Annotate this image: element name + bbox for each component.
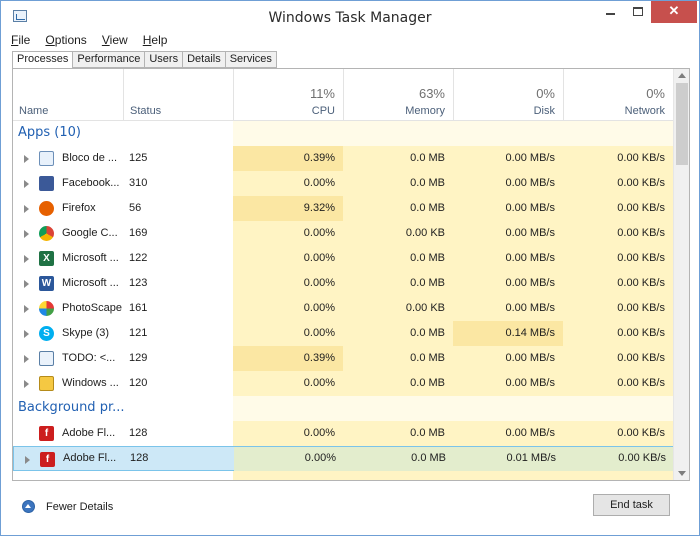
notepad-icon [39, 151, 54, 166]
flash-icon: f [40, 452, 55, 467]
task-manager-window: Windows Task Manager ✕ File Options View… [0, 0, 700, 536]
word-icon: W [39, 276, 54, 291]
minimize-icon [606, 13, 615, 15]
facebook-icon [39, 176, 54, 191]
skype-icon: S [39, 326, 54, 341]
scroll-thumb[interactable] [676, 83, 688, 165]
expand-arrow-icon[interactable] [24, 155, 29, 163]
close-button[interactable]: ✕ [651, 1, 697, 23]
process-row-selected[interactable]: f Adobe Fl... 128 0.00% 0.0 MB 0.01 MB/s… [13, 446, 674, 472]
cpu-total: 11% [309, 86, 335, 101]
process-row[interactable]: Firefox 56 9.32% 0.0 MB 0.00 MB/s 0.00 K… [13, 196, 673, 221]
process-row[interactable]: X Microsoft ... 122 0.00% 0.0 MB 0.00 MB… [13, 246, 673, 271]
processes-panel: Name Status 11% CPU 63% Memory 0% Disk 0… [12, 68, 690, 481]
menu-view[interactable]: View [102, 33, 128, 47]
excel-icon: X [39, 251, 54, 266]
scroll-up-arrow-icon[interactable] [678, 73, 686, 78]
column-header-cpu[interactable]: 11% CPU [233, 69, 343, 120]
column-header-row: Name Status 11% CPU 63% Memory 0% Disk 0… [13, 69, 673, 121]
close-icon: ✕ [668, 3, 680, 18]
footer: Fewer Details End task [1, 483, 699, 535]
expand-arrow-icon[interactable] [24, 305, 29, 313]
tab-services[interactable]: Services [225, 51, 277, 68]
collapse-up-icon [22, 500, 35, 513]
expand-arrow-icon[interactable] [24, 330, 29, 338]
maximize-button[interactable] [625, 1, 651, 23]
process-row[interactable]: PhotoScape 161 0.00% 0.00 KB 0.00 MB/s 0… [13, 296, 673, 321]
column-header-memory[interactable]: 63% Memory [343, 69, 453, 120]
tab-details[interactable]: Details [183, 51, 226, 68]
process-row[interactable]: Facebook... 310 0.00% 0.0 MB 0.00 MB/s 0… [13, 171, 673, 196]
expand-arrow-icon[interactable] [24, 205, 29, 213]
column-header-network[interactable]: 0% Network [563, 69, 673, 120]
explorer-icon [39, 376, 54, 391]
process-row[interactable]: Google C... 169 0.00% 0.00 KB 0.00 MB/s … [13, 221, 673, 246]
column-header-name[interactable]: Name [13, 69, 123, 120]
process-row[interactable]: S Skype (3) 121 0.00% 0.0 MB 0.14 MB/s 0… [13, 321, 673, 346]
network-total: 0% [646, 86, 665, 101]
group-header-apps[interactable]: Apps (10) [13, 121, 673, 146]
expand-arrow-icon[interactable] [24, 380, 29, 388]
end-task-button[interactable]: End task [593, 494, 670, 516]
tab-users[interactable]: Users [145, 51, 184, 68]
expand-arrow-icon[interactable] [24, 180, 29, 188]
scroll-down-arrow-icon[interactable] [678, 471, 686, 476]
maximize-icon [633, 7, 643, 16]
process-row-partial[interactable] [13, 471, 673, 480]
process-row[interactable]: W Microsoft ... 123 0.00% 0.0 MB 0.00 MB… [13, 271, 673, 296]
menu-options[interactable]: Options [45, 33, 86, 47]
chrome-icon [39, 226, 54, 241]
window-title: Windows Task Manager [268, 10, 432, 26]
menu-help[interactable]: Help [143, 33, 168, 47]
taskmanager-icon [39, 351, 54, 366]
title-bar[interactable]: Windows Task Manager ✕ [1, 1, 699, 33]
vertical-scrollbar[interactable] [673, 69, 689, 480]
column-header-status[interactable]: Status [123, 69, 233, 120]
tab-strip: Processes Performance Users Details Serv… [12, 51, 277, 69]
flash-icon: f [39, 426, 54, 441]
group-header-background[interactable]: Background pr... [13, 396, 673, 421]
menu-bar: File Options View Help [11, 33, 179, 49]
memory-total: 63% [418, 86, 445, 101]
menu-file[interactable]: File [11, 33, 30, 47]
process-row[interactable]: TODO: <... 129 0.39% 0.0 MB 0.00 MB/s 0.… [13, 346, 673, 371]
column-header-disk[interactable]: 0% Disk [453, 69, 563, 120]
firefox-icon [39, 201, 54, 216]
tab-processes[interactable]: Processes [12, 51, 74, 69]
process-row[interactable]: f Adobe Fl... 128 0.00% 0.0 MB 0.00 MB/s… [13, 421, 673, 446]
tab-performance[interactable]: Performance [73, 51, 146, 68]
minimize-button[interactable] [597, 1, 625, 23]
expand-arrow-icon[interactable] [24, 255, 29, 263]
photoscape-icon [39, 301, 54, 316]
expand-arrow-icon[interactable] [25, 456, 30, 464]
process-row[interactable]: Windows ... 120 0.00% 0.0 MB 0.00 MB/s 0… [13, 371, 673, 396]
expand-arrow-icon[interactable] [24, 280, 29, 288]
expand-arrow-icon[interactable] [24, 355, 29, 363]
process-row[interactable]: Bloco de ... 125 0.39% 0.0 MB 0.00 MB/s … [13, 146, 673, 171]
disk-total: 0% [536, 86, 555, 101]
expand-arrow-icon[interactable] [24, 230, 29, 238]
